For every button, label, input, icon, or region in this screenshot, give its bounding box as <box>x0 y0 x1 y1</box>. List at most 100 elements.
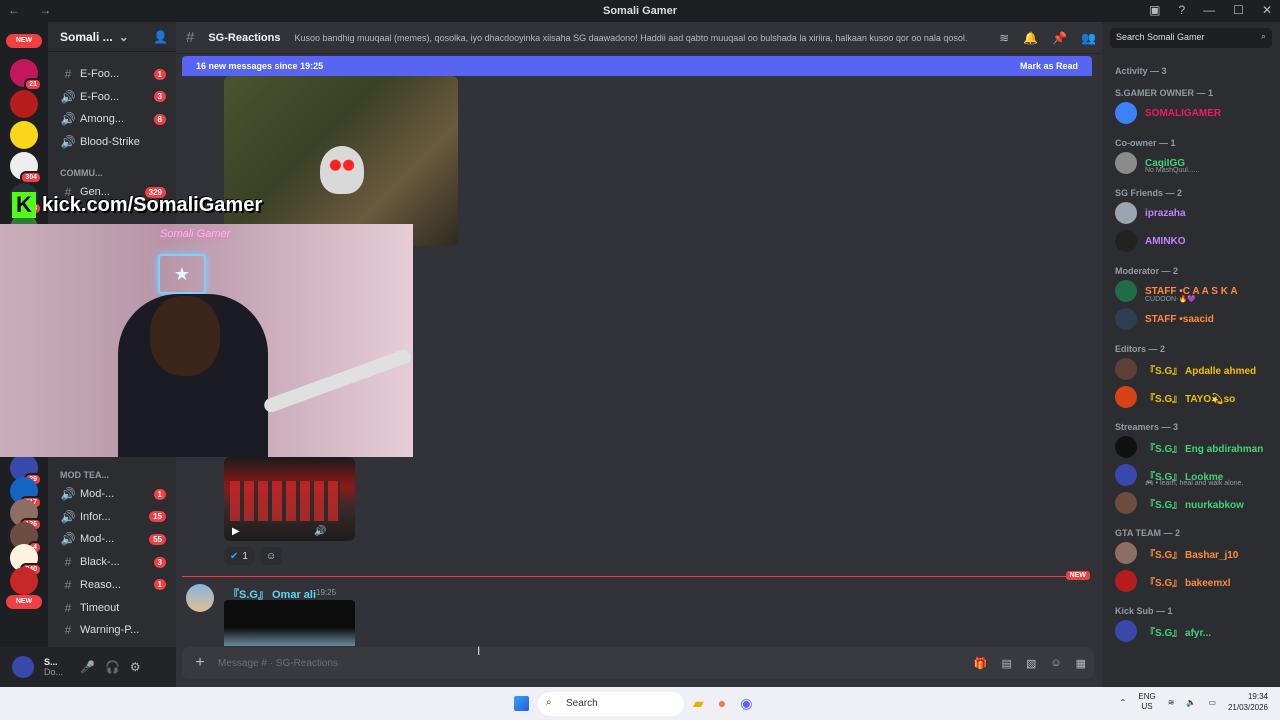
help-icon[interactable]: ? <box>1178 3 1185 17</box>
channel-topic[interactable]: Kusoo bandhig muuqaal (memes), qosolka, … <box>294 33 974 43</box>
battery-icon[interactable]: ▭ <box>1208 698 1216 707</box>
avatar[interactable] <box>12 656 34 678</box>
language-indicator[interactable]: ENG US <box>1138 692 1155 712</box>
avatar <box>1115 570 1137 592</box>
channel-item[interactable]: # Timeout <box>48 598 176 618</box>
member-item[interactable]: 『S.G』 afyr... <box>1115 620 1275 642</box>
member-item[interactable]: 『S.G』 nuurkabkow <box>1115 492 1275 514</box>
member-item[interactable]: 『S.G』 TAYO💫so <box>1115 386 1275 408</box>
emoji-icon[interactable]: ☺ <box>1050 657 1061 670</box>
search-input[interactable]: Search Somali Gamer ⌕ <box>1110 28 1272 48</box>
member-item[interactable]: 『S.G』 Lookme 🎮 • learn, heal and walk alo… <box>1115 464 1275 487</box>
add-user-icon[interactable]: 👤 <box>153 30 168 44</box>
server-icon[interactable] <box>10 121 38 149</box>
add-reaction-button[interactable]: ☺ <box>259 547 283 565</box>
gift-icon[interactable]: 🎁 <box>974 657 988 670</box>
channel-item[interactable]: 🔊 E-Foo... 3 <box>48 87 176 107</box>
channel-item[interactable]: 🔊 Mod-... 1 <box>48 484 176 504</box>
close-button[interactable]: ✕ <box>1262 3 1272 17</box>
inbox-icon[interactable]: ▣ <box>1149 3 1160 17</box>
header-toolbar: ≋ 🔔 📌 👥 <box>999 31 1096 45</box>
video-attachment-2[interactable]: ▶ 🔊 <box>224 457 355 541</box>
apps-icon[interactable]: ▦ <box>1076 657 1086 670</box>
composer-toolbar: 🎁 ▤ ▧ ☺ ▦ <box>974 657 1086 670</box>
new-messages-bar[interactable]: 16 new messages since 19:25 Mark as Read <box>182 56 1092 76</box>
member-item[interactable]: 『S.G』 Bashar_j10 <box>1115 542 1275 564</box>
taskbar-apps: ▰ ● ◉ <box>693 695 752 712</box>
member-item[interactable]: 『S.G』 bakeemxl <box>1115 570 1275 592</box>
bell-icon[interactable]: 🔔 <box>1023 31 1038 45</box>
volume-icon[interactable]: 🔊 <box>314 526 326 537</box>
headphones-icon[interactable]: 🎧 <box>105 660 120 674</box>
video-attachment-3[interactable] <box>224 600 355 646</box>
channel-label: Mod-... <box>80 488 115 500</box>
server-icon[interactable] <box>10 90 38 118</box>
guild-header[interactable]: Somali ... ⌄ 👤 <box>48 22 176 52</box>
channel-item[interactable]: # E-Foo... 1 <box>48 64 176 84</box>
channel-item[interactable]: 🔊 Mod-... 55 <box>48 529 176 549</box>
channel-label: Mod-... <box>80 533 115 546</box>
gear-icon[interactable]: ⚙ <box>130 660 141 674</box>
firefox-icon[interactable]: ● <box>718 695 726 712</box>
member-status: CUDOON-🔥💜 <box>1145 296 1196 303</box>
server-icon[interactable]: 304 <box>10 152 42 184</box>
wifi-icon[interactable]: ≋ <box>1168 698 1175 707</box>
kick-url: kick.com/SomaliGamer <box>42 193 263 216</box>
sticker-icon[interactable]: ▧ <box>1026 657 1036 670</box>
member-item[interactable]: SOMALIGAMER <box>1115 102 1275 124</box>
discord-icon[interactable]: ◉ <box>740 695 752 712</box>
channel-item[interactable]: 🔊 Blood-Strike <box>48 132 176 152</box>
window-title: Somali Gamer <box>603 5 677 17</box>
plus-icon[interactable]: + <box>182 654 218 672</box>
member-status: 🎮 • learn, heal and walk alone, <box>1145 480 1244 487</box>
streamer-head <box>150 296 220 376</box>
minimize-button[interactable]: — <box>1203 3 1215 17</box>
avatar <box>1115 542 1137 564</box>
category-mod-team[interactable]: MOD TEA... <box>60 470 109 480</box>
avatar[interactable] <box>186 584 214 612</box>
category-community[interactable]: COMMU... <box>60 168 103 178</box>
new-badge[interactable]: NEW <box>6 34 42 48</box>
channel-item[interactable]: # Black-... 3 <box>48 552 176 572</box>
member-item[interactable]: CaqiIGG No MashQuul...... <box>1115 152 1275 174</box>
message-input[interactable]: Message # · SG-Reactions <box>218 658 338 669</box>
member-group-title: S.GAMER OWNER — 1 <box>1115 88 1214 98</box>
avatar <box>1115 152 1137 174</box>
taskbar-search[interactable]: ⌕ Search <box>538 692 684 716</box>
member-item[interactable]: STAFF •saacid <box>1115 308 1275 330</box>
member-item[interactable]: 『S.G』 Apdalle ahmed <box>1115 358 1275 380</box>
mark-as-read-button[interactable]: Mark as Read <box>1020 61 1078 71</box>
server-icon[interactable] <box>10 566 38 595</box>
channel-item[interactable]: # Reaso... 1 <box>48 575 176 595</box>
member-group-title: Co-owner — 1 <box>1115 138 1176 148</box>
play-icon[interactable]: ▶ <box>232 526 240 537</box>
channel-label: Timeout <box>80 601 120 614</box>
keyboard-image <box>230 481 340 521</box>
member-item[interactable]: 『S.G』 Eng abdirahman <box>1115 436 1275 458</box>
member-item[interactable]: STAFF •C A A S K A CUDOON-🔥💜 <box>1115 280 1275 303</box>
channel-item[interactable]: 🔊 Among... 8 <box>48 109 176 129</box>
maximize-button[interactable]: ☐ <box>1233 3 1244 17</box>
member-item[interactable]: AMINKO <box>1115 230 1275 252</box>
speaker-icon[interactable]: 🔈 <box>1186 698 1196 707</box>
channel-item[interactable]: # Warning-P... <box>48 620 176 640</box>
new-badge[interactable]: NEW <box>6 595 42 609</box>
member-item[interactable]: iprazaha <box>1115 202 1275 224</box>
file-explorer-icon[interactable]: ▰ <box>693 695 704 712</box>
pin-icon[interactable]: 📌 <box>1052 31 1067 45</box>
speaker-icon: 🔊 <box>60 509 76 524</box>
windows-start-icon[interactable] <box>514 696 529 711</box>
gif-icon[interactable]: ▤ <box>1002 657 1012 670</box>
server-icon[interactable]: 21 <box>10 59 42 91</box>
members-icon[interactable]: 👥 <box>1081 31 1096 45</box>
search-icon: ⌕ <box>546 697 552 708</box>
channel-item[interactable]: 🔊 Infor... 15 <box>48 507 176 527</box>
clock[interactable]: 19:34 21/03/2026 <box>1228 691 1268 713</box>
video-attachment[interactable] <box>224 76 458 246</box>
chevron-up-icon[interactable]: ⌃ <box>1120 698 1127 707</box>
reaction-button[interactable]: ✔ 1 <box>224 547 254 565</box>
mute-icon[interactable]: 🎤 <box>80 660 95 674</box>
avatar <box>1115 280 1137 302</box>
hash-icon: # <box>64 623 72 638</box>
threads-icon[interactable]: ≋ <box>999 31 1009 45</box>
